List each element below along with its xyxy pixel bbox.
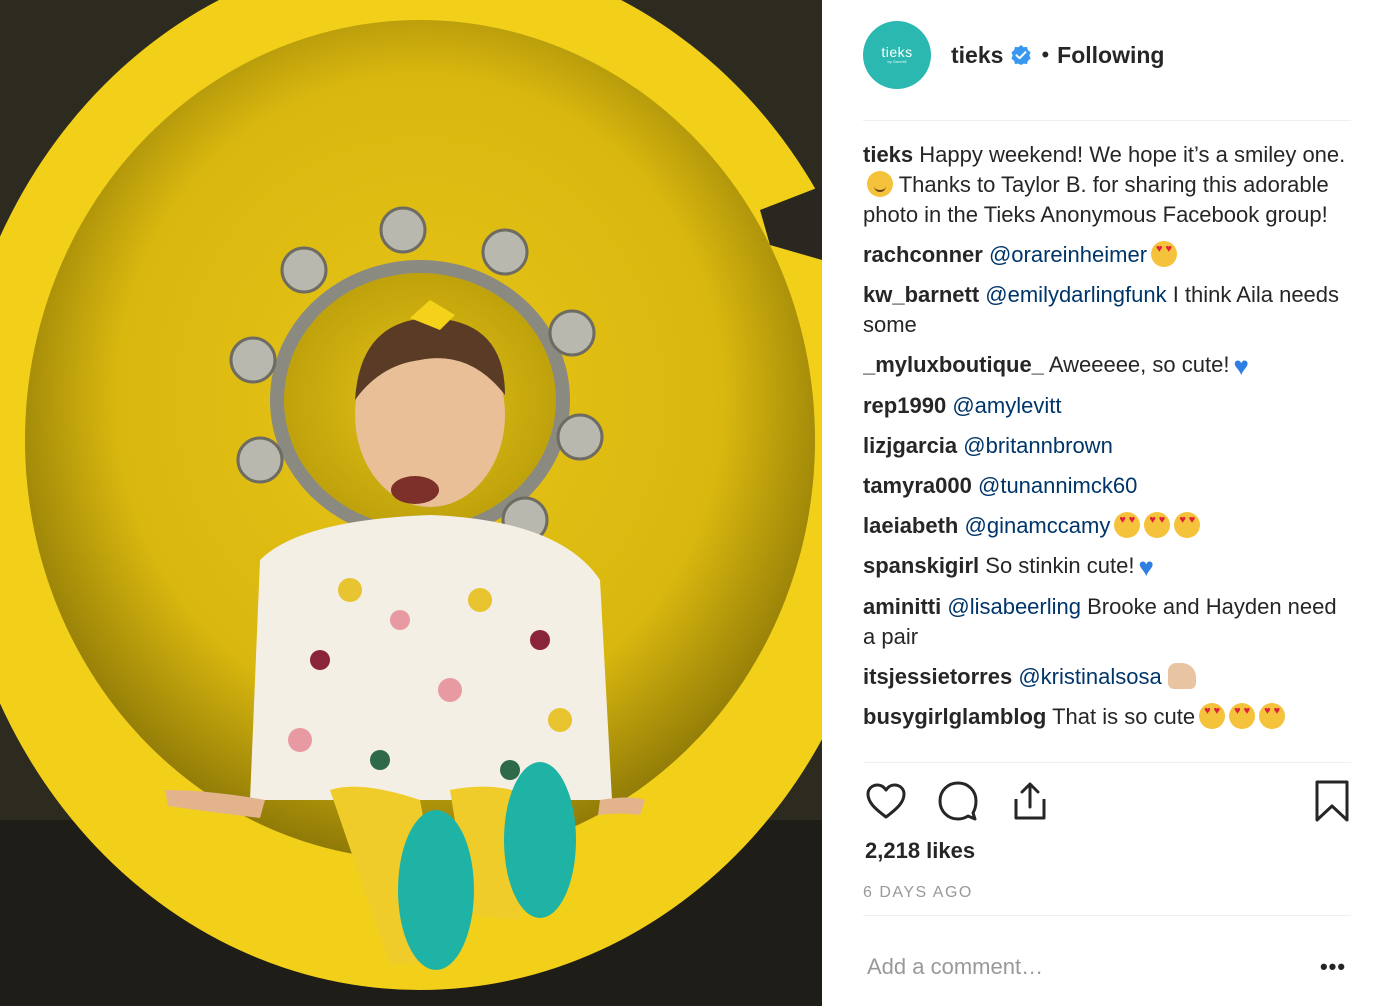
comment-item: itsjessietorres @kristinalsosa [863,662,1351,692]
heart-eyes-emoji-icon [1114,512,1141,538]
comment-username[interactable]: itsjessietorres [863,664,1012,689]
heart-eyes-emoji-icon [1144,512,1171,538]
avatar-brand-text: tieks [881,44,913,60]
heart-eyes-emoji-icon [1174,512,1201,538]
comment-item: rachconner @orareinheimer [863,240,1351,270]
comment-mention-link[interactable]: @ginamccamy [965,513,1111,538]
share-icon [1014,782,1046,820]
comment-item: _myluxboutique_ Aweeeee, so cute! ♥ [863,350,1351,381]
post-header: tieks by Gavrieli tieks • Following [863,21,1351,89]
comment-mention-link[interactable]: @orareinheimer [989,242,1147,267]
heart-eyes-emoji-icon [1259,703,1286,729]
comment-username[interactable]: rep1990 [863,393,946,418]
header-username[interactable]: tieks [951,42,1003,69]
comment-item: laeiabeth @ginamccamy [863,511,1351,541]
comment-username[interactable]: busygirlglamblog [863,704,1046,729]
header-divider [863,120,1351,121]
following-button[interactable]: Following [1057,42,1164,69]
comment-username[interactable]: tieks [863,142,913,167]
comments-list[interactable]: tieks Happy weekend! We hope it’s a smil… [863,140,1351,760]
share-button[interactable] [1007,778,1053,824]
save-button[interactable] [1309,778,1355,824]
comment-text: So stinkin cute! [985,553,1135,578]
comment-username[interactable]: lizjgarcia [863,433,957,458]
avatar[interactable]: tieks by Gavrieli [863,21,931,89]
comment-mention-link[interactable]: @emilydarlingfunk [985,282,1166,307]
comment-username[interactable]: spanskigirl [863,553,979,578]
comment-text: Happy weekend! We hope it’s a smiley one… [919,142,1346,167]
comment-mention-link[interactable]: @lisabeerling [947,594,1081,619]
comment-username[interactable]: _myluxboutique_ [863,352,1044,377]
comment-button[interactable] [935,778,981,824]
likes-count[interactable]: 2,218 likes [865,838,975,864]
comment-item: kw_barnett @emilydarlingfunk I think Ail… [863,280,1351,340]
comment-username[interactable]: kw_barnett [863,282,979,307]
blue-heart-icon: ♥ [1138,552,1154,582]
comment-text: Thanks to Taylor B. for sharing this ado… [863,172,1329,227]
comment-username[interactable]: aminitti [863,594,941,619]
comment-item: busygirlglamblog That is so cute [863,702,1351,732]
verified-badge-icon [1011,45,1032,65]
comment-username[interactable]: laeiabeth [863,513,958,538]
blue-heart-icon: ♥ [1233,351,1249,381]
comment-text: Aweeeee, so cute! [1048,352,1230,377]
post-photo[interactable] [0,0,822,1006]
comments-divider [863,762,1351,763]
comment-text: That is so cute [1052,704,1196,729]
comment-icon [938,781,978,821]
comment-item: rep1990 @amylevitt [863,391,1351,421]
comment-mention-link[interactable]: @tunannimck60 [978,473,1137,498]
comment-item: tieks Happy weekend! We hope it’s a smil… [863,140,1351,230]
comment-username[interactable]: rachconner [863,242,983,267]
header-separator: • [1041,42,1050,67]
heart-eyes-emoji-icon [1229,703,1256,729]
comment-mention-link[interactable]: @britannbrown [963,433,1113,458]
post-sidebar: tieks by Gavrieli tieks • Following tiek… [822,0,1384,1006]
more-options-icon: ••• [1319,954,1347,979]
comment-item: spanskigirl So stinkin cute! ♥ [863,551,1351,582]
comment-mention-link[interactable]: @amylevitt [952,393,1061,418]
heart-eyes-emoji-icon [1151,241,1178,267]
post-photo-image [0,0,822,1006]
bookmark-icon [1315,780,1349,822]
comment-mention-link[interactable]: @kristinalsosa [1018,664,1161,689]
heart-icon [866,783,906,819]
smile-emoji-icon [867,171,893,197]
comment-username[interactable]: tamyra000 [863,473,972,498]
like-button[interactable] [863,778,909,824]
comment-item: lizjgarcia @britannbrown [863,431,1351,461]
footer-divider [863,915,1351,916]
heart-eyes-emoji-icon [1199,703,1226,729]
avatar-sub-text: by Gavrieli [887,59,907,64]
action-bar [863,778,1351,824]
thumbs-up-icon [1167,663,1196,689]
post-timestamp[interactable]: 6 DAYS AGO [863,884,973,902]
comment-item: tamyra000 @tunannimck60 [863,471,1351,501]
more-options-button[interactable]: ••• [1318,952,1348,982]
add-comment-input[interactable] [865,948,1289,986]
comment-item: aminitti @lisabeerling Brooke and Hayden… [863,592,1351,652]
